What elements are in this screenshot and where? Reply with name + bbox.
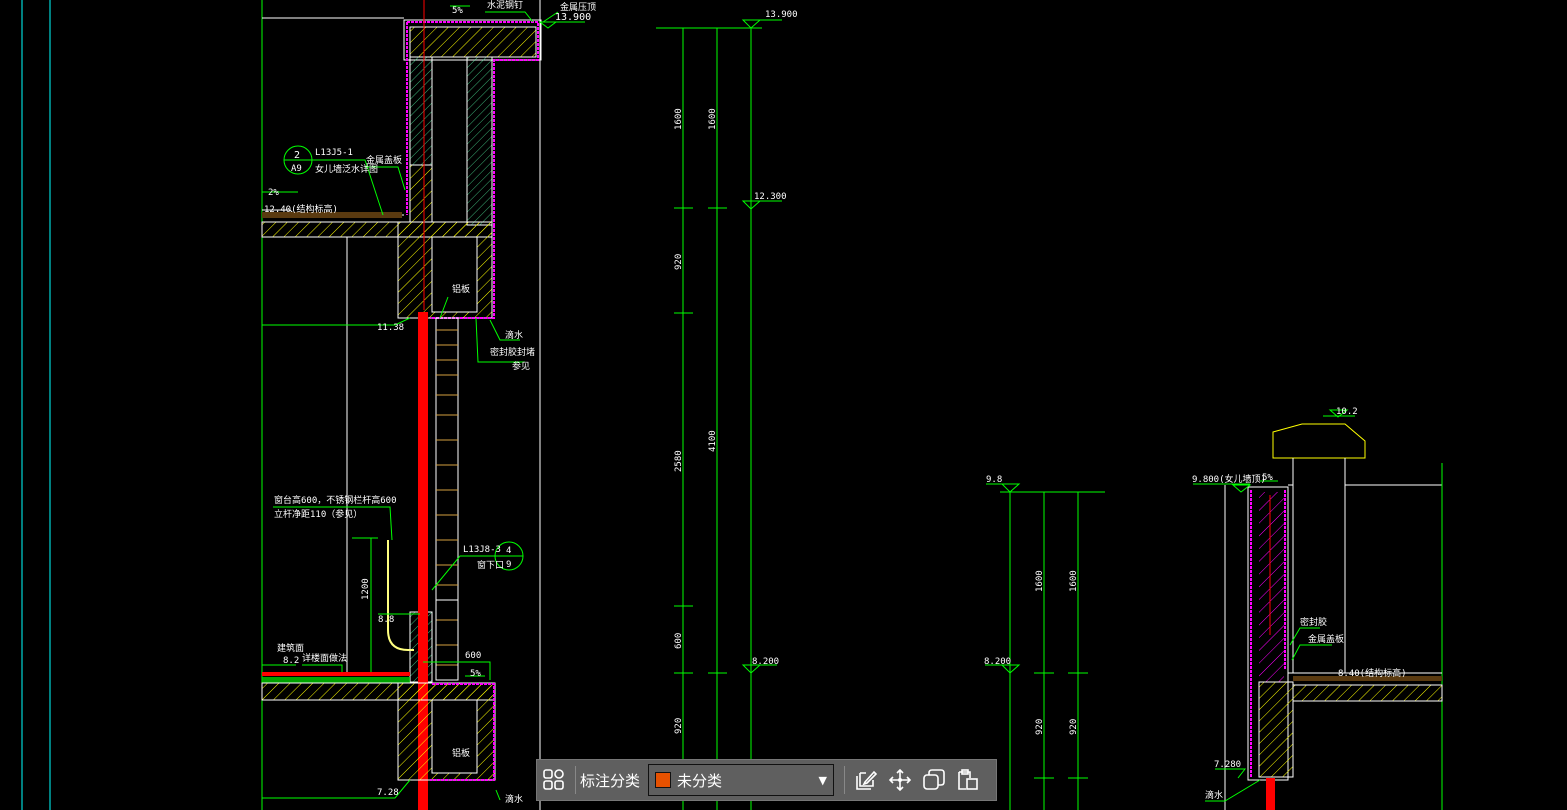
cover-label: 金属盖板	[366, 154, 402, 166]
ref2-page: 9	[506, 560, 511, 570]
middle-dimension-labels: 13.900 12.300 8.200 1600 1600 920 2580 4…	[674, 10, 798, 734]
paste-button[interactable]	[951, 763, 985, 797]
elev-12300: 12.300	[754, 192, 787, 202]
ref-num: 2	[294, 150, 300, 161]
layout-grid-button[interactable]	[537, 763, 571, 797]
dim-3: 920	[674, 254, 684, 270]
category-label: 标注分类	[580, 771, 641, 790]
rail-note-2: 立杆净距110（参见）	[274, 508, 362, 520]
floor-note: 详楼面做法	[302, 652, 347, 664]
elev-8200: 8.200	[752, 657, 779, 667]
elev-7280: 7.280	[1214, 760, 1241, 770]
slope-top: 5%	[452, 6, 463, 16]
elev-102: 10.2	[1336, 407, 1358, 417]
ref2-desc: 窗下口	[477, 559, 504, 571]
struct-elev-right: 8.40(结构标高)	[1338, 667, 1407, 679]
dim-5: 4100	[708, 430, 718, 452]
elev-728: 7.28	[377, 788, 399, 798]
drip-label: 滴水	[505, 329, 523, 341]
edit-icon	[856, 770, 878, 790]
cad-drawing-canvas[interactable]: 5% 水泥钢钉 金属压顶 13.900 L13J5-1 2 A9 女儿墙泛水详图…	[0, 0, 1567, 810]
ref-code: L13J5-1	[315, 148, 353, 158]
floor-label: 建筑面	[277, 642, 304, 654]
elev-top: 13.900	[555, 12, 591, 23]
layout-grid-icon	[543, 769, 564, 790]
dim-7: 920	[674, 718, 684, 734]
cover-label-right: 金属盖板	[1308, 633, 1344, 645]
edit-button[interactable]	[849, 763, 883, 797]
see-label: 参见	[512, 360, 530, 372]
dim-2: 1600	[708, 108, 718, 130]
elev-8200-right: 8.200	[984, 657, 1011, 667]
right-dimension-labels: 9.8 8.200 1600 1600 920 920	[984, 475, 1079, 735]
middle-dimension-lines	[656, 19, 782, 810]
dim-6: 600	[674, 633, 684, 649]
chevron-down-icon: ▼	[818, 773, 828, 787]
ref2-code: L13J8-3	[463, 545, 501, 555]
dim-4: 2580	[674, 450, 684, 472]
copy-button[interactable]	[917, 763, 951, 797]
category-value: 未分类	[677, 771, 723, 790]
left-section-detail	[261, 0, 585, 810]
panel-label-2: 铝板	[452, 747, 470, 759]
dim-r3: 920	[1069, 719, 1079, 735]
elev-82: 8.2	[283, 656, 299, 666]
dim-1200: 1200	[361, 578, 371, 600]
dim-1: 1600	[674, 108, 684, 130]
category-color-swatch	[655, 772, 672, 788]
slope-right: 5%	[1262, 473, 1273, 483]
ref-page: A9	[291, 164, 302, 174]
nail-label: 水泥钢钉	[487, 0, 523, 11]
dim-r1: 1600	[1035, 570, 1045, 592]
move-button[interactable]	[883, 763, 917, 797]
slope-sill: 5%	[470, 669, 481, 679]
elev-13900: 13.900	[765, 10, 798, 20]
divider	[844, 766, 846, 794]
struct-elev: 12.40(结构标高)	[264, 203, 338, 215]
move-icon	[888, 768, 912, 792]
elev-9800: 9.800(女儿墙顶)	[1192, 473, 1266, 485]
elev-1138: 11.38	[377, 323, 404, 333]
elev-88: 8.8	[378, 615, 394, 625]
right-section-detail	[1193, 409, 1443, 810]
annotation-toolbar: 标注分类 未分类 ▼	[536, 759, 997, 801]
right-detail-labels: 10.2 9.800(女儿墙顶) 5% 密封胶 金属盖板 8.40(结构标高) …	[1192, 407, 1407, 801]
slope-roof: 2%	[268, 188, 279, 198]
copy-icon	[923, 769, 945, 790]
seal-label-right: 密封胶	[1300, 616, 1327, 628]
rail-note-1: 窗台高600，不锈钢栏杆高600	[274, 494, 397, 506]
category-select[interactable]: 未分类 ▼	[648, 764, 835, 796]
seal-label: 密封胶封堵	[490, 346, 535, 358]
right-dimension-lines	[985, 483, 1105, 810]
ref2-num: 4	[506, 546, 511, 556]
divider	[575, 766, 576, 794]
dim-r2: 1600	[1069, 570, 1079, 592]
elev-98: 9.8	[986, 475, 1002, 485]
drip-label-right: 滴水	[1205, 789, 1223, 801]
dim-r4: 920	[1035, 719, 1045, 735]
drip-label-2: 滴水	[505, 793, 523, 805]
dim-600: 600	[465, 651, 481, 661]
paste-icon	[958, 769, 978, 790]
panel-label: 铝板	[452, 283, 470, 295]
